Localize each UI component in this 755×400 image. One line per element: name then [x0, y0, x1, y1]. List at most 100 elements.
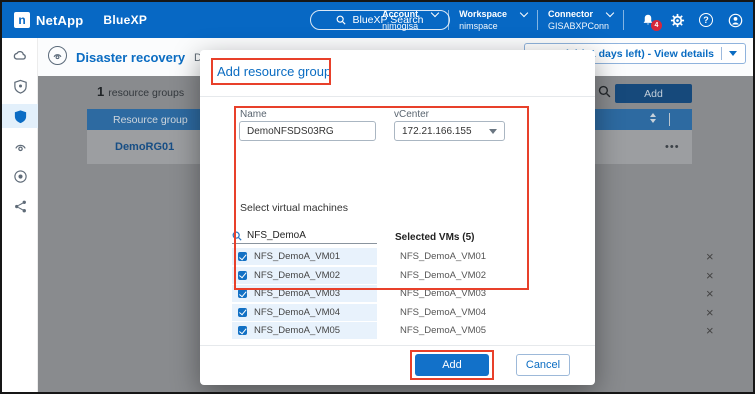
selected-vm-name: NFS_DemoA_VM05 — [400, 325, 486, 336]
vcenter-select[interactable]: 172.21.166.155 — [394, 121, 505, 141]
divider — [669, 113, 670, 126]
divider — [721, 47, 722, 60]
remove-vm-icon[interactable]: × — [706, 306, 714, 319]
selected-vm-item: NFS_DemoA_VM05× — [400, 322, 560, 339]
selected-vm-name: NFS_DemoA_VM01 — [400, 251, 486, 262]
workspace-label: Workspace — [459, 9, 507, 19]
account-value: nimogisa — [382, 21, 438, 31]
dialog-title: Add resource group — [217, 64, 331, 79]
connector-value: GISABXPConn — [548, 21, 613, 31]
remove-vm-icon[interactable]: × — [706, 269, 714, 282]
vm-list-item[interactable]: NFS_DemoA_VM02 — [232, 267, 377, 284]
selected-vm-name: NFS_DemoA_VM02 — [400, 270, 486, 281]
resource-group-link[interactable]: DemoRG01 — [115, 141, 174, 153]
vm-list-item[interactable]: NFS_DemoA_VM03 — [232, 285, 377, 302]
shield-heart-icon — [13, 79, 28, 94]
divider — [448, 10, 449, 30]
chevron-down-icon — [489, 129, 497, 134]
selected-vm-item: NFS_DemoA_VM01× — [400, 248, 560, 265]
topbar-right-cluster: Account nimogisa Workspace nimspace Conn… — [382, 2, 743, 38]
name-label: Name — [240, 109, 267, 120]
vm-name: NFS_DemoA_VM01 — [254, 251, 340, 262]
vcenter-value: 172.21.166.155 — [402, 126, 472, 137]
radar-icon — [13, 139, 28, 154]
checkbox-checked[interactable] — [238, 308, 247, 317]
topbar-icons: 4 ? — [640, 12, 743, 28]
sidebar-item-disaster-recovery[interactable] — [2, 134, 38, 158]
column-resource-group: Resource group — [113, 114, 188, 126]
chevron-down-icon — [729, 51, 737, 56]
selected-vm-item: NFS_DemoA_VM04× — [400, 304, 560, 321]
sidebar-item-canvas[interactable] — [2, 44, 38, 68]
vm-list-item[interactable]: NFS_DemoA_VM04 — [232, 304, 377, 321]
search-icon — [336, 15, 346, 25]
checkbox-checked[interactable] — [238, 252, 247, 261]
remove-vm-icon[interactable]: × — [706, 250, 714, 263]
target-icon — [13, 169, 28, 184]
sidebar-item-health[interactable] — [2, 74, 38, 98]
table-search-icon[interactable] — [598, 85, 611, 103]
app-window: n NetApp BlueXP BlueXP Search Account ni… — [0, 0, 755, 394]
connector-label: Connector — [548, 9, 593, 19]
page-title[interactable]: Disaster recovery — [76, 50, 185, 65]
sidebar-item-protection-active[interactable] — [2, 104, 38, 128]
search-icon — [232, 231, 242, 241]
selected-vm-item: NFS_DemoA_VM02× — [400, 267, 560, 284]
vm-search-input[interactable]: NFS_DemoA — [232, 228, 377, 244]
selected-vm-list: NFS_DemoA_VM01× NFS_DemoA_VM02× NFS_Demo… — [400, 248, 560, 341]
share-nodes-icon — [13, 199, 28, 214]
disaster-recovery-service-icon — [48, 46, 67, 65]
count-number: 1 — [97, 84, 104, 99]
checkbox-checked[interactable] — [238, 289, 247, 298]
vm-list-item[interactable]: NFS_DemoA_VM01 — [232, 248, 377, 265]
selected-vm-name: NFS_DemoA_VM04 — [400, 307, 486, 318]
workspace-menu[interactable]: Workspace nimspace — [459, 9, 527, 31]
selected-vm-item: NFS_DemoA_VM03× — [400, 285, 560, 302]
checkbox-checked[interactable] — [238, 271, 247, 280]
checkbox-checked[interactable] — [238, 326, 247, 335]
sidebar-item-sharing[interactable] — [2, 194, 38, 218]
left-navigation-rail — [2, 38, 38, 392]
sidebar-item-targets[interactable] — [2, 164, 38, 188]
table-add-button[interactable]: Add — [615, 84, 692, 103]
divider — [537, 10, 538, 30]
vcenter-label: vCenter — [394, 109, 429, 120]
vm-list-item[interactable]: NFS_DemoA_VM05 — [232, 322, 377, 339]
shield-icon — [13, 109, 28, 124]
user-account-icon[interactable] — [727, 12, 743, 28]
brand-name: NetApp — [36, 13, 83, 28]
chevron-down-icon — [520, 8, 528, 16]
add-resource-group-dialog: Add resource group Name vCenter 172.21.1… — [200, 50, 595, 385]
add-button[interactable]: Add — [415, 354, 489, 376]
cloud-icon — [12, 48, 28, 64]
sort-icon[interactable] — [650, 113, 656, 123]
divider — [200, 345, 595, 346]
account-menu[interactable]: Account nimogisa — [382, 9, 438, 31]
divider — [623, 10, 624, 30]
vm-search-value: NFS_DemoA — [247, 230, 306, 241]
remove-vm-icon[interactable]: × — [706, 324, 714, 337]
available-vm-list: NFS_DemoA_VM01 NFS_DemoA_VM02 NFS_DemoA_… — [232, 248, 377, 341]
settings-gear-icon[interactable] — [669, 12, 685, 28]
help-icon[interactable]: ? — [698, 12, 714, 28]
connector-menu[interactable]: Connector GISABXPConn — [548, 9, 613, 31]
notifications-bell-icon[interactable]: 4 — [640, 12, 656, 28]
selected-vm-name: NFS_DemoA_VM03 — [400, 288, 486, 299]
vm-name: NFS_DemoA_VM03 — [254, 288, 340, 299]
product-name: BlueXP — [103, 13, 147, 27]
vm-name: NFS_DemoA_VM02 — [254, 270, 340, 281]
notification-badge: 4 — [651, 20, 662, 31]
chevron-down-icon — [431, 8, 439, 16]
name-input[interactable] — [239, 121, 376, 141]
remove-vm-icon[interactable]: × — [706, 287, 714, 300]
select-vms-label: Select virtual machines — [240, 202, 348, 214]
netapp-logo-icon: n — [14, 12, 30, 28]
workspace-value: nimspace — [459, 21, 527, 31]
chevron-down-icon — [606, 8, 614, 16]
selected-vms-header: Selected VMs (5) — [395, 232, 474, 243]
cancel-button[interactable]: Cancel — [516, 354, 570, 376]
divider — [200, 96, 595, 97]
row-actions-menu-icon[interactable]: ••• — [665, 141, 680, 153]
resource-group-count: 1resource groups — [97, 84, 184, 99]
account-label: Account — [382, 9, 418, 19]
